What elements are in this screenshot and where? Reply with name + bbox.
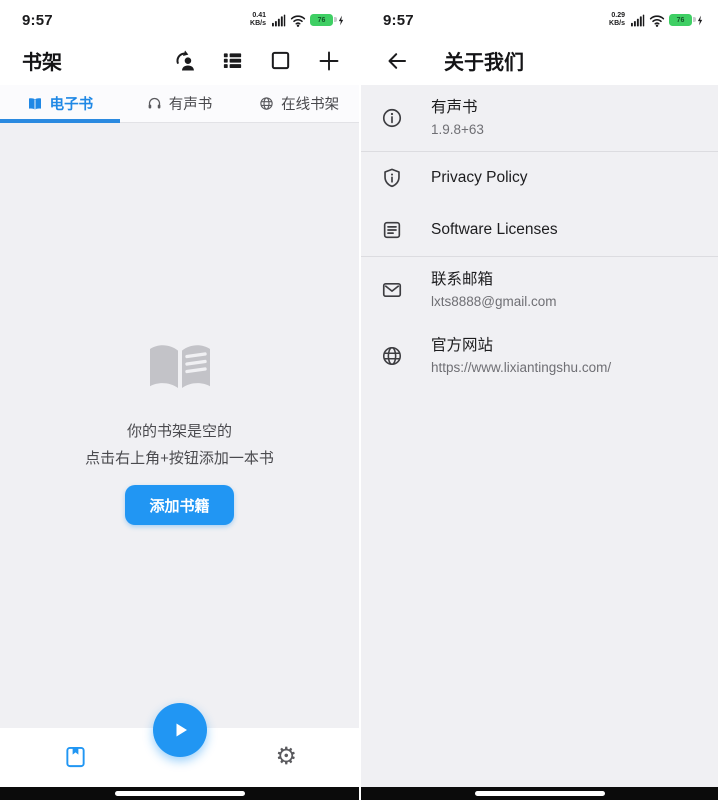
item-title: 联系邮箱 [431,270,557,290]
item-title: 有声书 [431,98,484,118]
dual-screenshot: 9:57 0.41 KB/s 76 [0,0,718,800]
mail-icon [381,279,403,301]
shelf-empty-state: 你的书架是空的 点击右上角+按钮添加一本书 添加书籍 [0,123,359,728]
status-bar-right: 9:57 0.29 KB/s 76 [361,0,718,36]
clock: 9:57 [383,12,414,29]
book-icon [27,97,43,111]
bottom-nav: ⚙ [0,728,359,787]
signal-bars-icon [630,14,645,27]
network-speed: 0.29 KB/s [609,12,625,28]
gesture-bar-right [361,787,718,800]
bookshelf-nav-icon[interactable] [64,745,87,774]
add-book-icon[interactable] [316,48,341,73]
empty-shelf-message: 你的书架是空的 [127,422,232,442]
tab-label: 在线书架 [281,93,339,114]
battery-icon: 76 [310,14,333,26]
tab-online-shelf[interactable]: 在线书架 [239,85,359,122]
settings-gear-icon[interactable]: ⚙ [275,742,297,770]
page-title: 关于我们 [444,46,524,75]
add-books-button[interactable]: 添加书籍 [125,485,233,525]
empty-shelf-hint: 点击右上角+按钮添加一本书 [85,449,274,469]
play-icon [168,718,192,742]
list-item-software-licenses[interactable]: Software Licenses [361,204,718,256]
status-bar-left: 9:57 0.41 KB/s 76 [0,0,359,36]
info-icon [381,107,403,129]
wifi-icon [649,14,665,27]
gesture-bar-left [0,787,359,800]
home-indicator[interactable] [475,791,605,796]
contact-email: lxts8888@gmail.com [431,293,557,310]
globe-icon [259,96,274,111]
network-speed: 0.41 KB/s [250,12,266,28]
charging-bolt-icon [337,15,345,26]
status-icons: 0.29 KB/s 76 [609,12,704,28]
signal-bars-icon [271,14,286,27]
website-url: https://www.lixiantingshu.com/ [431,359,611,376]
item-title: Software Licenses [431,220,558,240]
item-title: Privacy Policy [431,168,527,188]
list-item-official-website[interactable]: 官方网站 https://www.lixiantingshu.com/ [361,323,718,389]
play-fab[interactable] [153,703,207,757]
page-title: 书架 [22,46,62,75]
about-screen: 9:57 0.29 KB/s 76 [359,0,718,800]
headphones-icon [147,96,162,111]
about-app-bar: 关于我们 [361,36,718,85]
tab-label: 有声书 [169,93,213,114]
wifi-icon [290,14,306,27]
globe-icon [381,345,403,367]
about-list: 有声书 1.9.8+63 Privacy Policy Software L [361,85,718,787]
tab-label: 电子书 [50,93,94,114]
bookshelf-screen: 9:57 0.41 KB/s 76 [0,0,359,800]
item-title: 官方网站 [431,336,611,356]
status-icons: 0.41 KB/s 76 [250,12,345,28]
charging-bolt-icon [696,15,704,26]
back-arrow-icon[interactable] [383,47,411,75]
list-item-version[interactable]: 有声书 1.9.8+63 [361,85,718,151]
list-view-icon[interactable] [220,48,245,73]
privacy-shield-icon [381,167,403,189]
list-item-privacy-policy[interactable]: Privacy Policy [361,152,718,204]
record-voice-icon[interactable] [172,48,197,73]
tab-ebooks[interactable]: 电子书 [0,85,120,122]
home-indicator[interactable] [115,791,245,796]
article-icon [381,219,403,241]
square-view-icon[interactable] [268,48,293,73]
shelf-tabs: 电子书 有声书 在线书架 [0,85,359,123]
app-version: 1.9.8+63 [431,121,484,138]
open-book-icon [147,341,213,398]
app-bar-actions [172,48,341,73]
tab-audiobooks[interactable]: 有声书 [120,85,240,122]
battery-icon: 76 [669,14,692,26]
bookshelf-app-bar: 书架 [0,36,359,85]
list-item-contact-email[interactable]: 联系邮箱 lxts8888@gmail.com [361,257,718,323]
clock: 9:57 [22,12,53,29]
